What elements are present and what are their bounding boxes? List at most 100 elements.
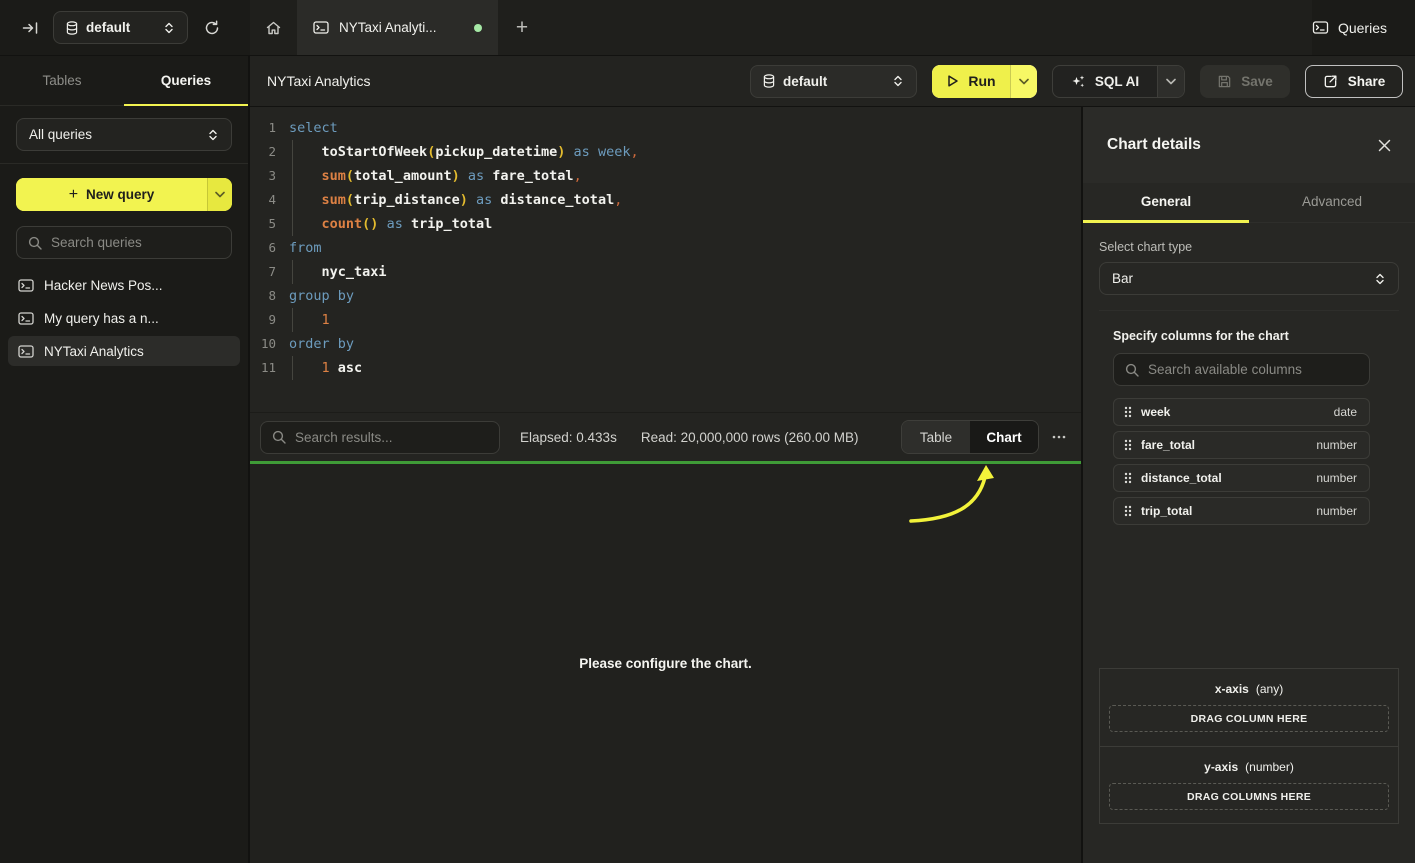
line-number: 11: [250, 356, 276, 380]
search-results-input[interactable]: Search results...: [260, 421, 500, 454]
save-icon: [1217, 74, 1232, 89]
drag-handle-icon: [1124, 439, 1132, 451]
home-button[interactable]: [250, 0, 297, 55]
query-filter-wrap: All queries: [0, 106, 248, 164]
chart-type-select[interactable]: Bar: [1099, 262, 1399, 295]
new-query-label: New query: [86, 187, 154, 202]
sql-editor[interactable]: 1select2 toStartOfWeek(pickup_datetime) …: [250, 107, 1081, 412]
tab-general[interactable]: General: [1083, 183, 1249, 223]
share-icon: [1323, 74, 1338, 89]
run-dropdown[interactable]: [1010, 65, 1037, 98]
collapse-sidebar-icon[interactable]: [22, 20, 39, 36]
search-icon: [272, 430, 286, 444]
column-name: week: [1141, 405, 1325, 419]
query-filter-value: All queries: [29, 127, 92, 142]
home-icon: [265, 20, 282, 36]
refresh-icon[interactable]: [204, 20, 220, 36]
new-query-dropdown[interactable]: [207, 178, 232, 211]
play-icon: [946, 74, 959, 88]
line-number: 4: [250, 188, 276, 212]
query-list-item[interactable]: My query has a n...: [8, 303, 240, 333]
sql-ai-button[interactable]: SQL AI: [1052, 65, 1185, 98]
search-results-placeholder: Search results...: [295, 430, 393, 445]
axis-config: x-axis(any) DRAG COLUMN HERE y-axis(numb…: [1099, 668, 1399, 824]
search-queries-input[interactable]: Search queries: [16, 226, 232, 259]
editor-line: 10order by: [250, 332, 1081, 356]
new-query-wrap: + New query: [0, 164, 248, 211]
new-query-button[interactable]: + New query: [16, 178, 232, 211]
terminal-icon: [18, 278, 34, 293]
chart-canvas: Please configure the chart.: [250, 464, 1081, 863]
close-icon[interactable]: [1378, 139, 1391, 152]
topbar-right: Queries: [1312, 0, 1415, 55]
tab-advanced[interactable]: Advanced: [1249, 183, 1415, 223]
run-database-value: default: [783, 74, 827, 89]
save-label: Save: [1241, 74, 1273, 89]
y-axis-dropzone[interactable]: DRAG COLUMNS HERE: [1109, 783, 1389, 810]
chart-details-panel: Chart details General Advanced Select ch…: [1081, 107, 1415, 863]
x-axis-section: x-axis(any) DRAG COLUMN HERE: [1100, 669, 1398, 746]
more-options-icon[interactable]: [1051, 430, 1067, 444]
query-search-wrap: Search queries: [0, 211, 248, 259]
line-number: 8: [250, 284, 276, 308]
editor-line: 1select: [250, 116, 1081, 140]
column-type: number: [1316, 438, 1357, 452]
save-button[interactable]: Save: [1200, 65, 1290, 98]
sidebar-tab-tables[interactable]: Tables: [0, 56, 124, 106]
column-item[interactable]: weekdate: [1113, 398, 1370, 426]
sidebar-tab-queries[interactable]: Queries: [124, 56, 248, 106]
plus-icon: +: [69, 186, 78, 204]
run-label: Run: [968, 73, 995, 89]
run-database-selector[interactable]: default: [750, 65, 917, 98]
page-title: NYTaxi Analytics: [267, 73, 750, 89]
y-axis-label: y-axis(number): [1204, 760, 1294, 774]
query-list: Hacker News Pos... My query has a n... NYT…: [0, 270, 248, 369]
column-name: distance_total: [1141, 471, 1307, 485]
sql-ai-label: SQL AI: [1095, 74, 1139, 89]
terminal-icon: [18, 311, 34, 326]
column-item[interactable]: trip_totalnumber: [1113, 497, 1370, 525]
elapsed-time: Elapsed: 0.433s: [520, 430, 617, 445]
search-icon: [28, 236, 42, 250]
sparkle-icon: [1071, 74, 1086, 89]
x-axis-label: x-axis(any): [1215, 682, 1283, 696]
editor-line: 7 nyc_taxi: [250, 260, 1081, 284]
column-item[interactable]: distance_totalnumber: [1113, 464, 1370, 492]
editor-line: 8group by: [250, 284, 1081, 308]
sql-ai-dropdown[interactable]: [1157, 66, 1184, 97]
drag-handle-icon: [1124, 472, 1132, 484]
new-tab-button[interactable]: +: [498, 0, 546, 55]
table-view-tab[interactable]: Table: [902, 421, 970, 453]
line-number: 1: [250, 116, 276, 140]
run-button[interactable]: Run: [932, 65, 1037, 98]
queries-button[interactable]: Queries: [1312, 20, 1387, 36]
results-toolbar: Search results... Elapsed: 0.433s Read: …: [250, 412, 1081, 461]
panel-header: Chart details: [1083, 107, 1415, 183]
search-columns-input[interactable]: Search available columns: [1113, 353, 1370, 386]
share-button[interactable]: Share: [1305, 65, 1403, 98]
editor-line: 9 1: [250, 308, 1081, 332]
panel-content: Select chart type Bar Specify columns fo…: [1083, 223, 1415, 863]
line-number: 5: [250, 212, 276, 236]
query-list-item[interactable]: Hacker News Pos...: [8, 270, 240, 300]
database-selector[interactable]: default: [53, 11, 188, 44]
chart-view-tab[interactable]: Chart: [970, 421, 1038, 453]
share-label: Share: [1348, 74, 1386, 89]
tab-nytaxi-analytics[interactable]: NYTaxi Analyti...: [297, 0, 498, 55]
columns-section-label: Specify columns for the chart: [1113, 329, 1370, 343]
sidebar: Tables Queries All queries + New query: [0, 56, 250, 863]
column-item[interactable]: fare_total number: [1113, 431, 1370, 459]
chevron-updown-icon: [207, 128, 219, 142]
chevron-updown-icon: [163, 21, 175, 35]
query-list-item[interactable]: NYTaxi Analytics: [8, 336, 240, 366]
panel-spacer: [1099, 530, 1399, 668]
search-icon: [1125, 363, 1139, 377]
line-number: 6: [250, 236, 276, 260]
query-list-item-label: NYTaxi Analytics: [44, 344, 144, 359]
query-filter-select[interactable]: All queries: [16, 118, 232, 151]
query-list-item-label: Hacker News Pos...: [44, 278, 163, 293]
line-number: 2: [250, 140, 276, 164]
x-axis-dropzone[interactable]: DRAG COLUMN HERE: [1109, 705, 1389, 732]
column-name: fare_total: [1141, 438, 1307, 452]
editor-line: 4 sum(trip_distance) as distance_total,: [250, 188, 1081, 212]
